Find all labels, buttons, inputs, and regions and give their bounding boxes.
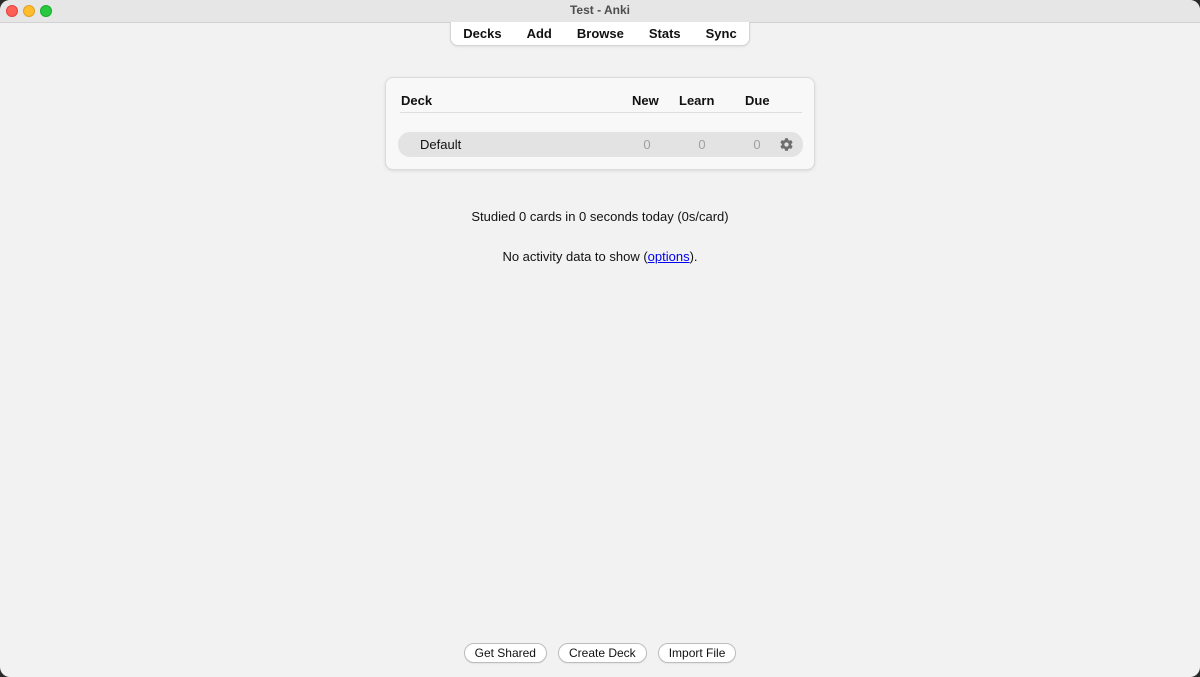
toolbar-browse[interactable]: Browse bbox=[564, 23, 636, 45]
deck-row-default[interactable]: Default 0 0 0 bbox=[398, 132, 803, 157]
deck-due-count: 0 bbox=[753, 137, 761, 152]
toolbar-sync[interactable]: Sync bbox=[693, 23, 749, 45]
header-learn: Learn bbox=[679, 93, 715, 108]
deck-name-link[interactable]: Default bbox=[420, 137, 461, 152]
deck-learn-count: 0 bbox=[698, 137, 706, 152]
import-file-button[interactable]: Import File bbox=[657, 643, 737, 663]
header-new: New bbox=[632, 93, 659, 108]
main-toolbar: Decks Add Browse Stats Sync bbox=[450, 22, 750, 46]
title-bar: Test - Anki bbox=[0, 0, 1200, 23]
deck-table-header: Deck New Learn Due bbox=[400, 92, 802, 113]
anki-window: Test - Anki Decks Add Browse Stats Sync … bbox=[0, 0, 1200, 677]
activity-suffix: ). bbox=[689, 249, 698, 264]
options-link[interactable]: options bbox=[648, 249, 690, 264]
bottom-button-bar: Get Shared Create Deck Import File bbox=[0, 643, 1200, 663]
activity-prefix: No activity data to show ( bbox=[502, 249, 648, 264]
gear-icon[interactable] bbox=[779, 137, 794, 152]
get-shared-button[interactable]: Get Shared bbox=[463, 643, 547, 663]
window-title: Test - Anki bbox=[569, 3, 630, 17]
create-deck-button[interactable]: Create Deck bbox=[557, 643, 647, 663]
toolbar-decks[interactable]: Decks bbox=[451, 23, 514, 45]
toolbar-stats[interactable]: Stats bbox=[636, 23, 693, 45]
deck-list-panel: Deck New Learn Due Default 0 0 0 bbox=[385, 77, 815, 170]
studied-summary: Studied 0 cards in 0 seconds today (0s/c… bbox=[471, 209, 729, 224]
deck-new-count: 0 bbox=[643, 137, 651, 152]
toolbar-add[interactable]: Add bbox=[514, 23, 564, 45]
header-deck: Deck bbox=[401, 93, 433, 108]
activity-message: No activity data to show (options). bbox=[0, 249, 1200, 264]
header-due: Due bbox=[745, 93, 770, 108]
